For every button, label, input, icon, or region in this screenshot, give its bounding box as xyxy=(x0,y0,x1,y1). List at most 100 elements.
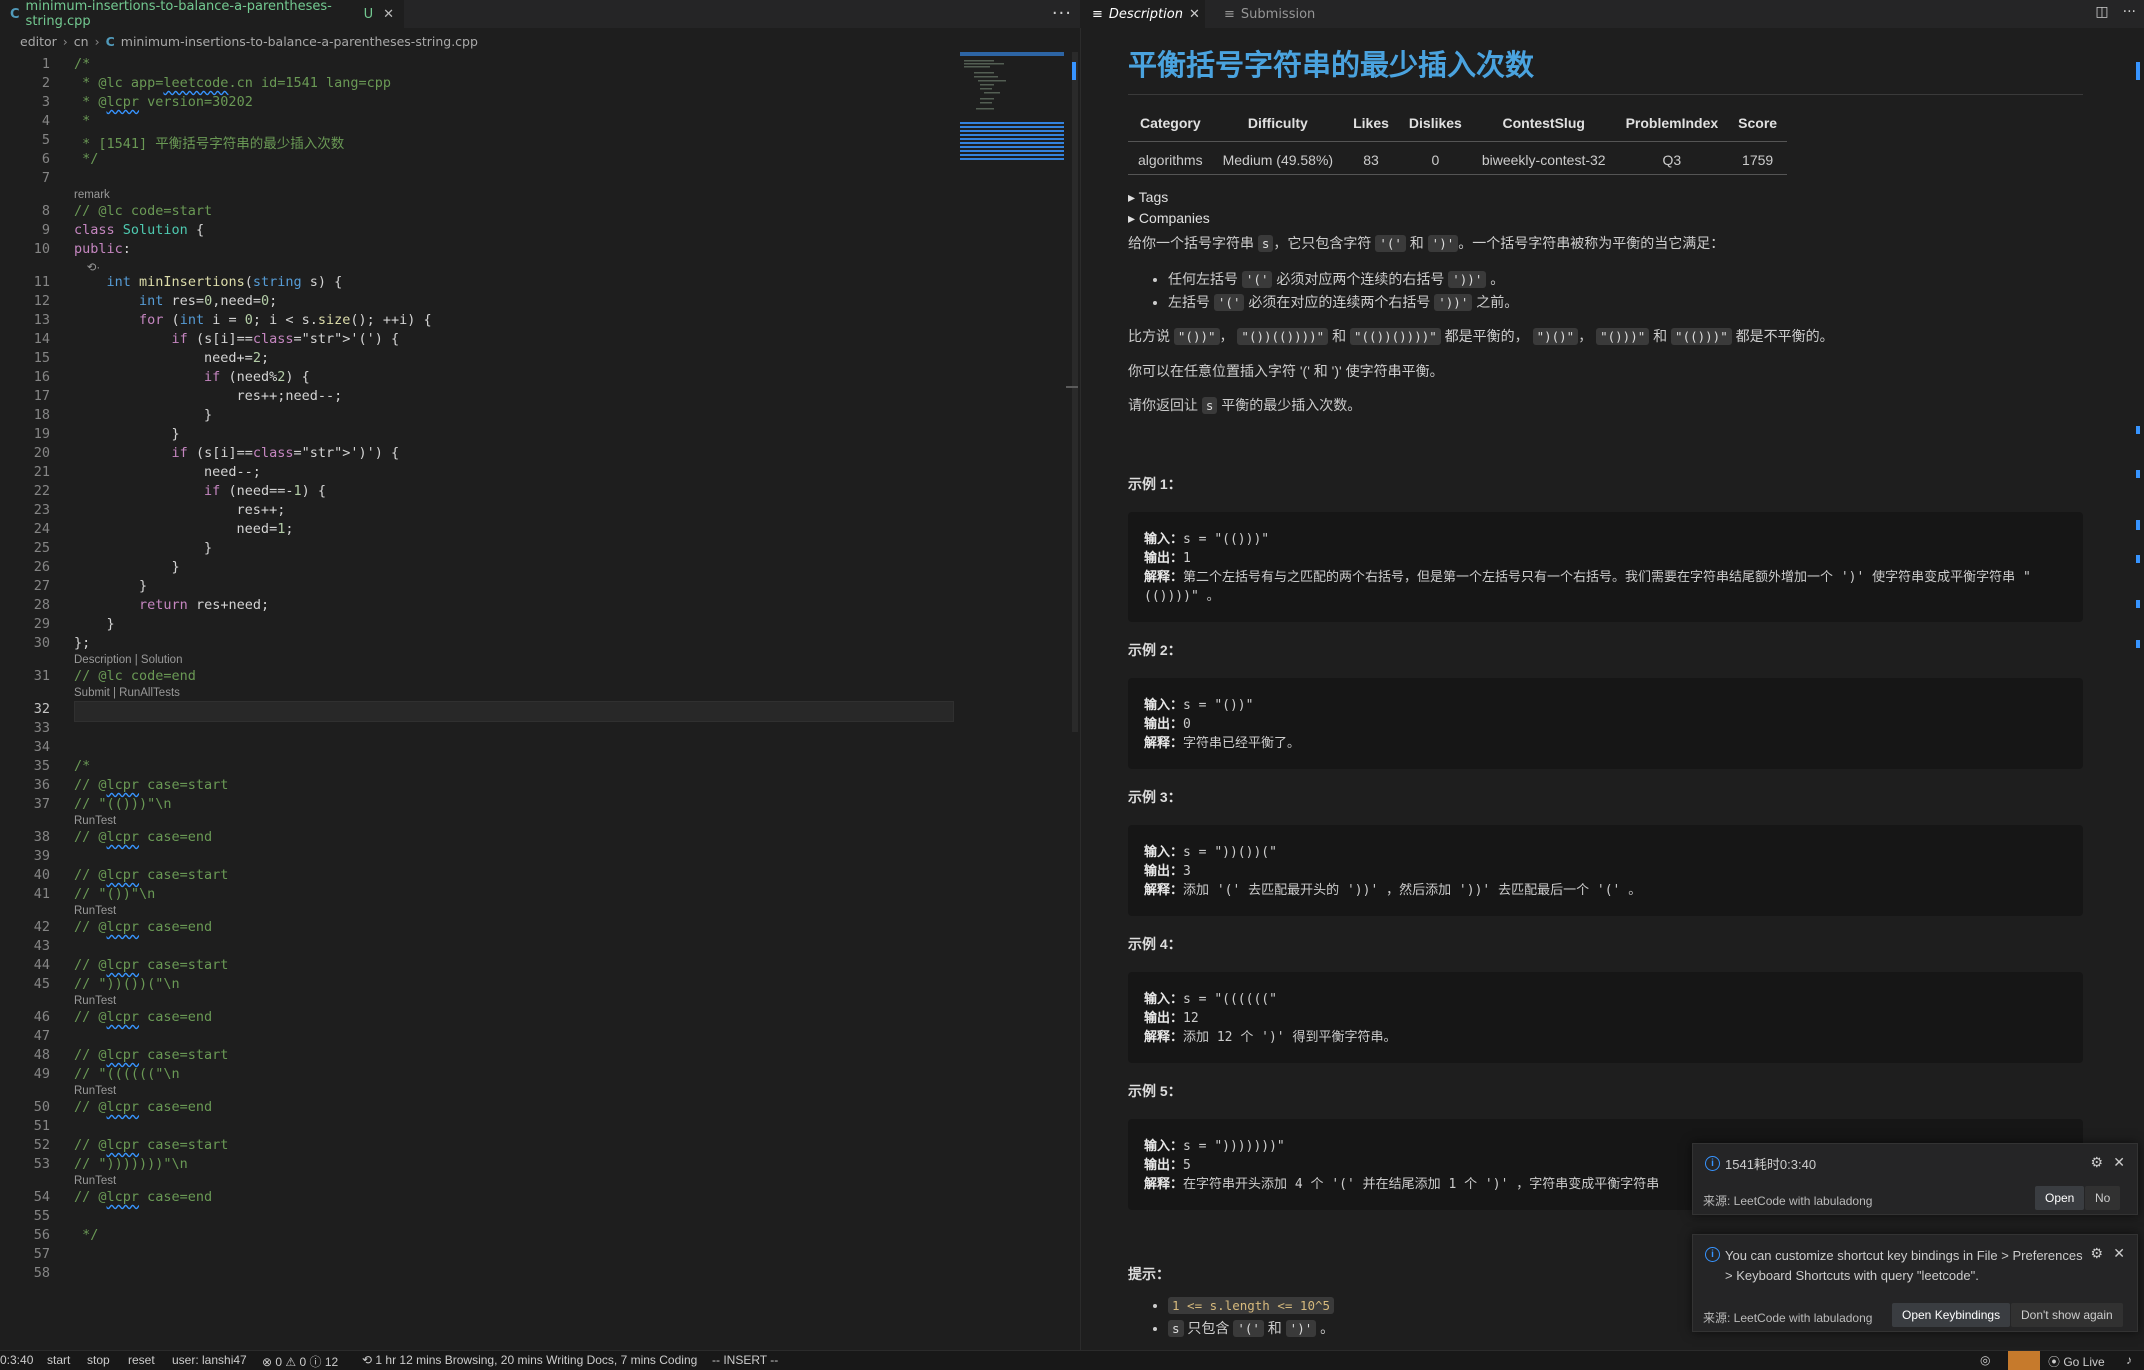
line-number: 43 xyxy=(33,938,50,954)
balanced-examples-text: 比方说 "())"， "())(())))" 和 "(())())))" 都是平… xyxy=(1128,326,2083,347)
table-header: ContestSlug xyxy=(1471,109,1616,142)
status-go-live[interactable]: ⦿ Go Live xyxy=(2048,1353,2105,1370)
line-number: 16 xyxy=(33,369,50,385)
example-output: 3 xyxy=(1183,864,1191,879)
status-start[interactable]: start xyxy=(47,1353,70,1367)
line-number: 42 xyxy=(33,919,50,935)
table-cell: Q3 xyxy=(1615,141,1729,175)
copilot-status-button[interactable] xyxy=(2008,1351,2040,1370)
text: ， xyxy=(1219,328,1238,344)
code-line: 33 xyxy=(0,720,960,739)
minimap[interactable] xyxy=(960,52,1064,172)
tab-submission-label: Submission xyxy=(1240,6,1316,22)
inline-code: "()))" xyxy=(1596,328,1650,345)
dont-show-again-button[interactable]: Don't show again xyxy=(2011,1303,2123,1327)
codelens-label[interactable]: RunTest xyxy=(74,995,116,1007)
code-text: need--; xyxy=(74,464,261,480)
text: 请你返回让 xyxy=(1128,397,1202,413)
close-icon[interactable]: ✕ xyxy=(1189,7,1200,22)
breadcrumb-item[interactable]: cn xyxy=(74,34,89,49)
codelens-label[interactable]: Description | Solution xyxy=(74,654,182,666)
companies-toggle[interactable]: ▸ Companies xyxy=(1128,210,2083,227)
tab-description[interactable]: ≡ Description ✕ xyxy=(1080,0,1205,28)
current-line-highlight xyxy=(74,701,954,722)
status-timer[interactable]: 0:3:40 xyxy=(0,1353,33,1367)
code-editor[interactable]: 1 /* 2 * @lc app=leetcode.cn id=1541 lang=… xyxy=(0,52,960,1347)
open-button[interactable]: Open xyxy=(2035,1186,2085,1210)
example-heading: 示例 2： xyxy=(1128,642,1182,658)
codelens-actions[interactable]: Submit | RunAllTests xyxy=(0,687,960,700)
codelens-actions[interactable]: RunTest xyxy=(0,905,960,918)
line-number: 56 xyxy=(33,1227,50,1243)
close-icon[interactable]: ✕ xyxy=(383,7,394,22)
split-editor-icon[interactable]: ◫ xyxy=(2095,4,2108,20)
code-line: 21 need--; xyxy=(0,464,960,483)
code-line: 7 xyxy=(0,170,960,189)
scroll-marker xyxy=(2136,62,2140,80)
codelens-label[interactable]: RunTest xyxy=(74,905,116,917)
status-user[interactable]: user: lanshi47 xyxy=(172,1353,247,1367)
codelens-actions[interactable]: RunTest xyxy=(0,815,960,828)
codelens-label[interactable]: remark xyxy=(74,189,110,201)
line-number: 45 xyxy=(33,976,50,992)
codelens-actions[interactable]: RunTest xyxy=(0,1085,960,1098)
breadcrumb-item[interactable]: minimum-insertions-to-balance-a-parenthe… xyxy=(121,34,478,49)
line-number: 31 xyxy=(33,668,50,684)
no-button[interactable]: No xyxy=(2085,1186,2121,1210)
close-icon[interactable]: ✕ xyxy=(2113,1154,2125,1171)
tab-submission[interactable]: ≡ Submission xyxy=(1212,0,1327,28)
code-line: 42 // @lcpr case=end xyxy=(0,919,960,938)
more-actions-icon[interactable]: ··· xyxy=(1052,3,1072,24)
line-number: 30 xyxy=(33,635,50,651)
codelens-label[interactable]: RunTest xyxy=(74,1085,116,1097)
codelens-label[interactable]: RunTest xyxy=(74,1175,116,1187)
gear-icon[interactable]: ⚙ xyxy=(2090,1154,2103,1171)
problem-intro: 给你一个括号字符串 s ，它只包含字符 '(' 和 ')' 。一个括号字符串被称为平… xyxy=(1128,233,2083,254)
code-line: 30}; xyxy=(0,635,960,654)
example-heading: 示例 3： xyxy=(1128,789,1182,805)
text: 和 xyxy=(1263,1320,1286,1336)
codelens-actions[interactable]: RunTest xyxy=(0,995,960,1008)
gear-icon[interactable]: ⚙ xyxy=(2090,1245,2103,1262)
codelens-label[interactable]: Submit | RunAllTests xyxy=(74,687,180,699)
status-reset[interactable]: reset xyxy=(128,1353,155,1367)
status-stop[interactable]: stop xyxy=(87,1353,110,1367)
code-text: * @lcpr version=30202 xyxy=(74,94,253,110)
inline-code: "(())())))" xyxy=(1350,328,1441,345)
breadcrumb-item[interactable]: editor xyxy=(20,34,57,49)
code-line: 41 // "())"\n xyxy=(0,886,960,905)
codelens-label[interactable]: RunTest xyxy=(74,815,116,827)
close-icon[interactable]: ✕ xyxy=(2113,1245,2125,1262)
line-number: 18 xyxy=(33,407,50,423)
output-label: 输出： xyxy=(1144,551,1184,566)
status-problems[interactable]: ⊗ 0 ⚠ 0 ⓘ 12 xyxy=(262,1353,338,1370)
more-actions-icon[interactable]: ··· xyxy=(2123,4,2136,20)
text: 给你一个括号字符串 xyxy=(1128,235,1258,251)
copilot-icon[interactable]: ◎ xyxy=(1980,1353,1990,1367)
codelens-actions[interactable]: remark xyxy=(0,189,960,202)
code-text: if (s[i]==class="str">'(') { xyxy=(171,331,400,347)
code-text: if (need%2) { xyxy=(204,369,310,385)
examples: 示例 1： 输入：s = "(()))" 输出：1 解释：第二个左括号有与之匹配的… xyxy=(1128,474,2083,1210)
code-line: 12 int res=0,need=0; xyxy=(0,293,960,312)
open-keybindings-button[interactable]: Open Keybindings xyxy=(1892,1303,2011,1327)
codelens-label[interactable]: ⟲· xyxy=(74,260,100,274)
scroll-marker xyxy=(1066,386,1078,388)
text: 必须对应两个连续的右括号 xyxy=(1272,271,1449,287)
example-explanation: 第二个左括号有与之匹配的两个右括号，但是第一个左括号只有一个右括号。我们需要在字… xyxy=(1144,570,2031,604)
code-line: 43 xyxy=(0,938,960,957)
status-activity[interactable]: ⟲ 1 hr 12 mins Browsing, 20 mins Writing… xyxy=(362,1353,697,1367)
codelens-actions[interactable]: ⟲· xyxy=(0,260,960,274)
editor-tab[interactable]: C minimum-insertions-to-balance-a-parent… xyxy=(0,0,404,29)
line-number: 4 xyxy=(41,113,50,129)
preview-icon: ≡ xyxy=(1092,6,1103,22)
table-cell: 0 xyxy=(1398,141,1472,175)
text: 。 xyxy=(1486,271,1505,287)
tags-toggle[interactable]: ▸ Tags xyxy=(1128,189,2083,206)
inline-code: "())(())))" xyxy=(1237,328,1329,345)
bell-icon[interactable]: ♪ xyxy=(2126,1353,2132,1367)
codelens-actions[interactable]: RunTest xyxy=(0,1175,960,1188)
editor-scrollbar[interactable] xyxy=(1072,52,1078,732)
line-number: 47 xyxy=(33,1028,50,1044)
codelens-actions[interactable]: Description | Solution xyxy=(0,654,960,667)
